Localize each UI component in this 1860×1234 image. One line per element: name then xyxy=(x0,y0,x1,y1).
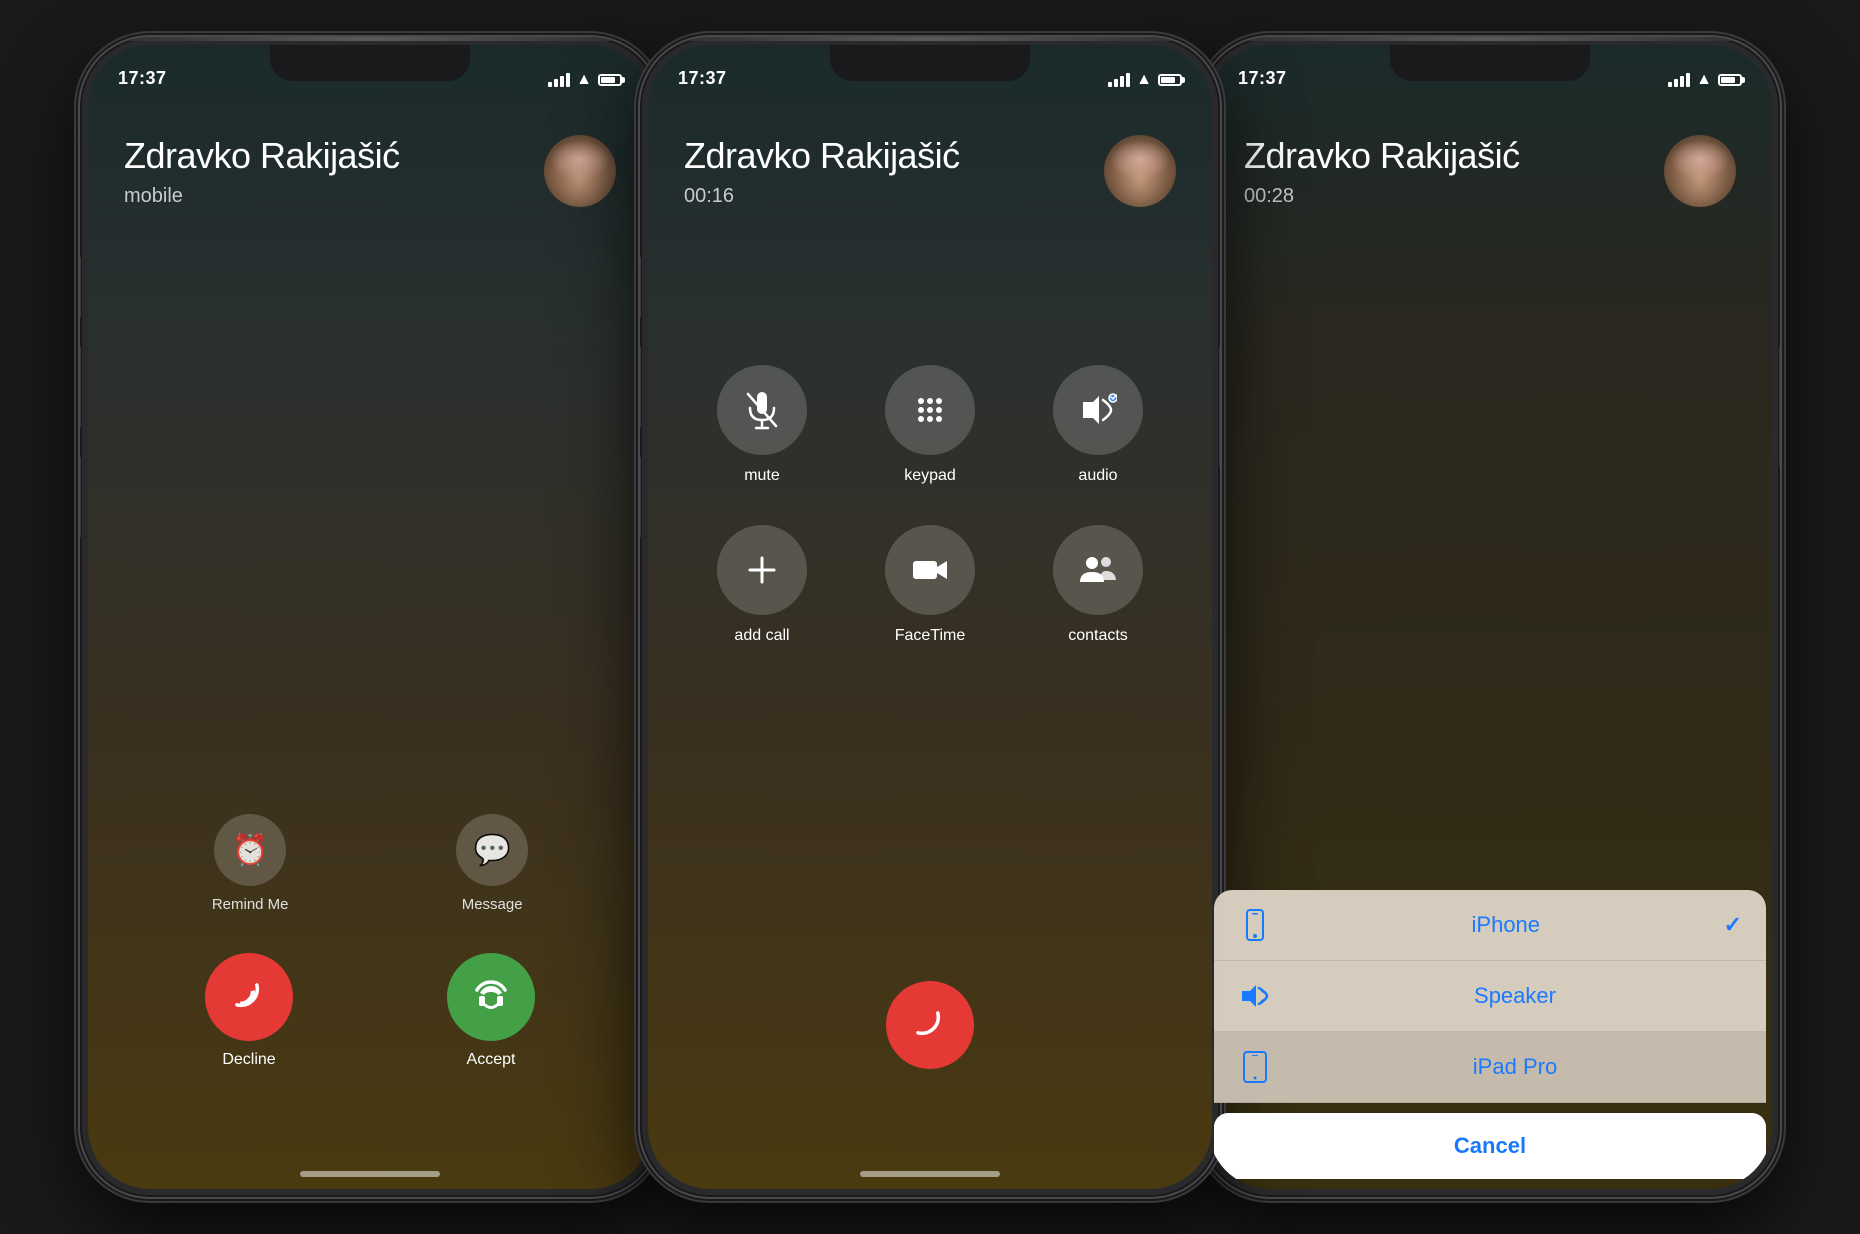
contacts-circle xyxy=(1053,525,1143,615)
iphone-icon xyxy=(1238,908,1272,942)
active-actions: mute xyxy=(648,365,1212,645)
action-grid: mute xyxy=(688,365,1172,645)
accept-circle xyxy=(447,953,535,1041)
keypad-button[interactable]: keypad xyxy=(856,365,1004,485)
mute-button[interactable]: mute xyxy=(688,365,836,485)
speaker-label: Speaker xyxy=(1288,983,1742,1009)
status-icons-1: ▲ xyxy=(548,71,622,89)
audio-picker-sheet: iPhone ✓ Speaker xyxy=(1214,890,1766,1103)
phone3-screen: 17:37 ▲ Zdravko xyxy=(1208,45,1772,1189)
call-duration-3: 00:28 xyxy=(1244,185,1648,208)
avatar-photo-3 xyxy=(1664,135,1736,207)
end-call-button[interactable] xyxy=(886,981,974,1069)
remind-button[interactable]: ⏰ Remind Me xyxy=(212,814,289,913)
add-call-button[interactable]: add call xyxy=(688,525,836,645)
status-time-1: 17:37 xyxy=(118,68,167,89)
decline-circle xyxy=(205,953,293,1041)
phone2-screen: 17:37 ▲ Zdravko xyxy=(648,45,1212,1189)
accept-button[interactable]: Accept xyxy=(447,953,535,1069)
contact-text-3: Zdravko Rakijašić 00:28 xyxy=(1244,135,1648,208)
facetime-circle xyxy=(885,525,975,615)
contact-text-2: Zdravko Rakijašić 00:16 xyxy=(684,135,1088,208)
mute-label: mute xyxy=(744,467,780,485)
contact-info-3: Zdravko Rakijašić 00:28 xyxy=(1208,105,1772,208)
facetime-label: FaceTime xyxy=(895,627,966,645)
wifi-icon-1: ▲ xyxy=(576,71,592,89)
audio-button[interactable]: audio xyxy=(1024,365,1172,485)
speaker-audio-option[interactable]: Speaker xyxy=(1214,961,1766,1032)
avatar-3 xyxy=(1664,135,1736,207)
status-time-3: 17:37 xyxy=(1238,68,1287,89)
contact-name-1: Zdravko Rakijašić xyxy=(124,135,528,177)
contacts-label: contacts xyxy=(1068,627,1128,645)
message-label: Message xyxy=(462,896,523,913)
signal-bars-3 xyxy=(1668,73,1690,87)
signal-bars-1 xyxy=(548,73,570,87)
keypad-label: keypad xyxy=(904,467,956,485)
speaker-icon xyxy=(1238,979,1272,1013)
keypad-circle xyxy=(885,365,975,455)
contacts-button[interactable]: contacts xyxy=(1024,525,1172,645)
notch xyxy=(270,45,470,81)
message-icon: 💬 xyxy=(456,814,528,886)
notch-2 xyxy=(830,45,1030,81)
remind-icon: ⏰ xyxy=(214,814,286,886)
avatar-2 xyxy=(1104,135,1176,207)
cancel-label: Cancel xyxy=(1454,1133,1526,1158)
accept-label: Accept xyxy=(467,1051,516,1069)
phone1-screen: 17:37 ▲ Z xyxy=(88,45,652,1189)
contact-name-3: Zdravko Rakijašić xyxy=(1244,135,1648,177)
call-content-2: Zdravko Rakijašić 00:16 xyxy=(648,45,1212,1189)
phone1-frame: 17:37 ▲ Z xyxy=(80,37,660,1197)
iphone-label: iPhone xyxy=(1288,912,1724,938)
status-time-2: 17:37 xyxy=(678,68,727,89)
audio-label: audio xyxy=(1078,467,1117,485)
wifi-icon-2: ▲ xyxy=(1136,71,1152,89)
call-duration-2: 00:16 xyxy=(684,185,1088,208)
decline-button[interactable]: Decline xyxy=(205,953,293,1069)
avatar-photo-2 xyxy=(1104,135,1176,207)
home-indicator-2 xyxy=(860,1171,1000,1177)
battery-icon-3 xyxy=(1718,74,1742,86)
cancel-button[interactable]: Cancel xyxy=(1214,1113,1766,1179)
home-indicator-1 xyxy=(300,1171,440,1177)
ipad-label: iPad Pro xyxy=(1288,1054,1742,1080)
contact-text-1: Zdravko Rakijašić mobile xyxy=(124,135,528,208)
iphone-check: ✓ xyxy=(1724,912,1742,938)
audio-picker: iPhone ✓ Speaker xyxy=(1208,890,1772,1189)
wifi-icon-3: ▲ xyxy=(1696,71,1712,89)
audio-circle xyxy=(1053,365,1143,455)
contact-name-2: Zdravko Rakijašić xyxy=(684,135,1088,177)
message-button[interactable]: 💬 Message xyxy=(456,814,528,913)
decline-label: Decline xyxy=(222,1051,275,1069)
add-call-circle xyxy=(717,525,807,615)
avatar-photo-1 xyxy=(544,135,616,207)
incoming-actions: ⏰ Remind Me 💬 Message xyxy=(88,814,652,1069)
call-content-1: Zdravko Rakijašić mobile ⏰ Remind Me xyxy=(88,45,652,1189)
ipad-audio-option[interactable]: iPad Pro xyxy=(1214,1032,1766,1103)
add-call-label: add call xyxy=(734,627,789,645)
phone3-frame: 17:37 ▲ Zdravko xyxy=(1200,37,1780,1197)
phone2-frame: 17:37 ▲ Zdravko xyxy=(640,37,1220,1197)
signal-bars-2 xyxy=(1108,73,1130,87)
remind-label: Remind Me xyxy=(212,896,289,913)
contact-info-2: Zdravko Rakijašić 00:16 xyxy=(648,105,1212,208)
phones-container: 17:37 ▲ Z xyxy=(80,37,1780,1197)
ipad-icon xyxy=(1238,1050,1272,1084)
call-buttons-row: Decline xyxy=(128,953,612,1069)
soft-buttons-row: ⏰ Remind Me 💬 Message xyxy=(128,814,612,913)
avatar-1 xyxy=(544,135,616,207)
status-icons-3: ▲ xyxy=(1668,71,1742,89)
notch-3 xyxy=(1390,45,1590,81)
status-icons-2: ▲ xyxy=(1108,71,1182,89)
contact-info-1: Zdravko Rakijašić mobile xyxy=(88,105,652,208)
iphone-audio-option[interactable]: iPhone ✓ xyxy=(1214,890,1766,961)
call-type-1: mobile xyxy=(124,185,528,208)
facetime-button[interactable]: FaceTime xyxy=(856,525,1004,645)
battery-icon-2 xyxy=(1158,74,1182,86)
end-call-circle xyxy=(886,981,974,1069)
mute-circle xyxy=(717,365,807,455)
battery-icon-1 xyxy=(598,74,622,86)
